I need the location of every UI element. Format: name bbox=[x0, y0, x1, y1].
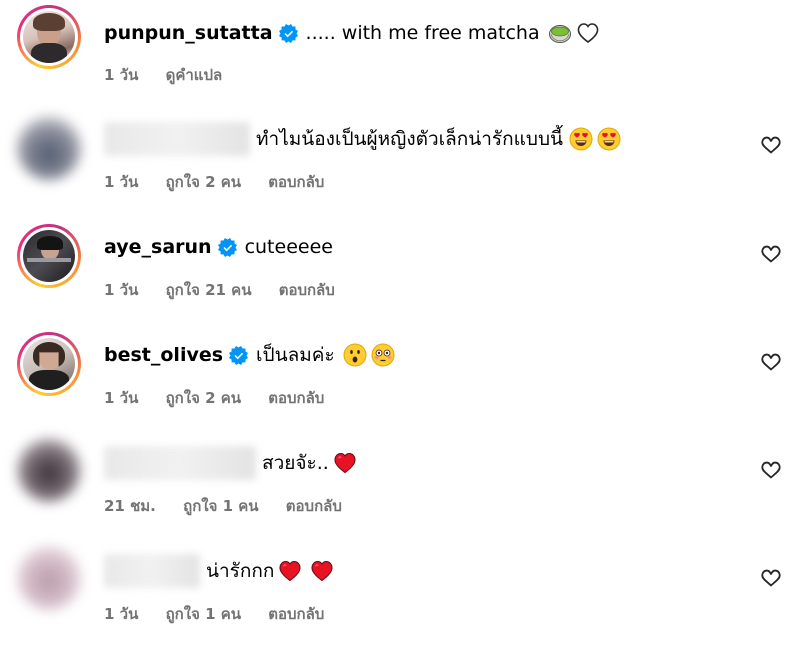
red-heart-emoji bbox=[333, 451, 357, 475]
avatar[interactable] bbox=[17, 332, 81, 396]
timestamp[interactable]: 1 วัน bbox=[104, 605, 138, 623]
heart-outline-icon[interactable] bbox=[760, 567, 782, 589]
like-count[interactable]: ถูกใจ 1 คน bbox=[166, 605, 241, 623]
comment-text: สวยจัะ.. bbox=[262, 452, 329, 474]
username[interactable]: aye_sarun bbox=[104, 236, 212, 258]
verified-badge-icon bbox=[218, 238, 237, 257]
astonished-emoji bbox=[343, 343, 367, 367]
like-count[interactable]: ถูกใจ 2 คน bbox=[166, 173, 241, 191]
verified-badge-icon bbox=[279, 24, 298, 43]
username[interactable] bbox=[104, 446, 256, 480]
timestamp[interactable]: 1 วัน bbox=[104, 66, 138, 84]
timestamp[interactable]: 1 วัน bbox=[104, 173, 138, 191]
translate-link[interactable]: ดูคำแปล bbox=[166, 66, 223, 84]
reply-button[interactable]: ตอบกลับ bbox=[286, 497, 342, 515]
reply-button[interactable]: ตอบกลับ bbox=[279, 281, 335, 299]
like-count[interactable]: ถูกใจ 21 คน bbox=[166, 281, 252, 299]
username[interactable] bbox=[104, 122, 250, 156]
comment-text: ทำไมน้องเป็นผู้หญิงตัวเล็กน่ารักแบบนี้ bbox=[256, 128, 563, 150]
avatar[interactable] bbox=[17, 5, 81, 69]
caption: punpun_sutatta ..... with me free matcha… bbox=[0, 0, 800, 100]
matcha-emoji bbox=[548, 21, 572, 45]
avatar[interactable] bbox=[17, 546, 81, 610]
comment: best_olives เป็นลมค่ะ 1 วัน ถูกใจ 2 คน ต… bbox=[0, 324, 800, 424]
comment: น่ารักกก 1 วัน ถูกใจ 1 คน ตอบกลับ bbox=[0, 540, 800, 640]
comment: aye_sarun cuteeeee 1 วัน ถูกใจ 21 คน ตอบ… bbox=[0, 216, 800, 316]
heart-eyes-emoji bbox=[597, 127, 621, 151]
timestamp[interactable]: 1 วัน bbox=[104, 389, 138, 407]
avatar[interactable] bbox=[17, 438, 81, 502]
comment: สวยจัะ.. 21 ชม. ถูกใจ 1 คน ตอบกลับ bbox=[0, 432, 800, 532]
reply-button[interactable]: ตอบกลับ bbox=[268, 389, 324, 407]
comment: ทำไมน้องเป็นผู้หญิงตัวเล็กน่ารักแบบนี้ 1… bbox=[0, 108, 800, 208]
caption-text: ..... with me free matcha bbox=[305, 22, 540, 44]
username[interactable]: punpun_sutatta bbox=[104, 22, 273, 44]
red-heart-emoji bbox=[310, 559, 334, 583]
comment-text: เป็นลมค่ะ bbox=[256, 344, 335, 366]
username[interactable] bbox=[104, 554, 200, 588]
white-heart-emoji bbox=[576, 21, 600, 45]
reply-button[interactable]: ตอบกลับ bbox=[268, 173, 324, 191]
verified-badge-icon bbox=[229, 346, 248, 365]
like-count[interactable]: ถูกใจ 2 คน bbox=[166, 389, 241, 407]
timestamp[interactable]: 1 วัน bbox=[104, 281, 138, 299]
heart-outline-icon[interactable] bbox=[760, 243, 782, 265]
flushed-emoji bbox=[371, 343, 395, 367]
heart-outline-icon[interactable] bbox=[760, 351, 782, 373]
heart-eyes-emoji bbox=[569, 127, 593, 151]
heart-outline-icon[interactable] bbox=[760, 459, 782, 481]
red-heart-emoji bbox=[278, 559, 302, 583]
like-count[interactable]: ถูกใจ 1 คน bbox=[183, 497, 258, 515]
avatar[interactable] bbox=[17, 224, 81, 288]
comment-text: น่ารักกก bbox=[206, 560, 275, 582]
timestamp[interactable]: 21 ชม. bbox=[104, 497, 156, 515]
username[interactable]: best_olives bbox=[104, 344, 223, 366]
heart-outline-icon[interactable] bbox=[760, 134, 782, 156]
avatar[interactable] bbox=[17, 116, 81, 180]
reply-button[interactable]: ตอบกลับ bbox=[268, 605, 324, 623]
comment-text: cuteeeee bbox=[244, 236, 333, 258]
